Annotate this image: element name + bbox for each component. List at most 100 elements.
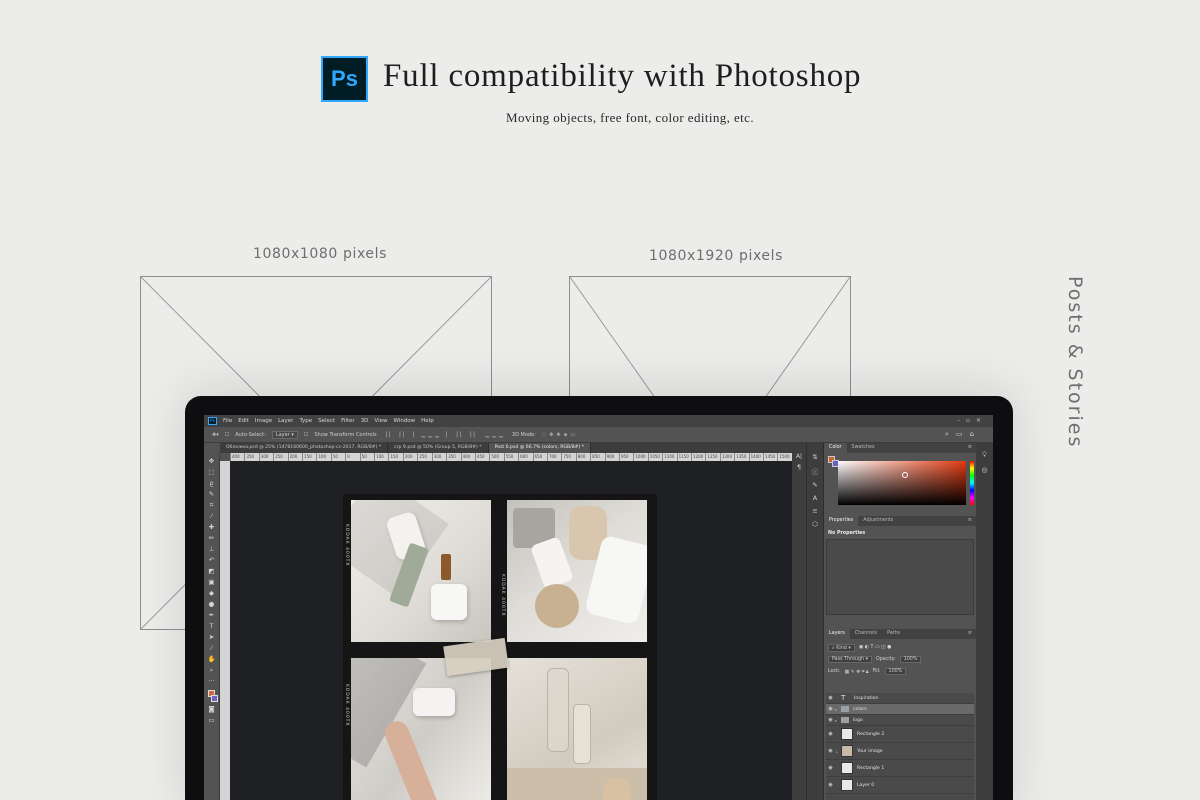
- canvas-area[interactable]: KODAK 400TX KODAK 400TX KODAK 400TX: [230, 461, 792, 800]
- move-tool-icon[interactable]: ✥: [209, 457, 214, 465]
- tab-oblozhka[interactable]: Обложка.psd @ 25% (1478160600_photoshop-…: [220, 443, 389, 453]
- tab-channels[interactable]: Channels: [850, 629, 882, 639]
- menu-filter[interactable]: Filter: [341, 418, 355, 424]
- tab-properties[interactable]: Properties: [824, 516, 859, 526]
- fill-input[interactable]: 100%: [884, 668, 907, 675]
- panel-menu-icon[interactable]: ≡: [968, 630, 972, 636]
- window-controls[interactable]: –▫✕: [957, 417, 987, 424]
- eye-icon[interactable]: ◉: [826, 695, 835, 701]
- lock-icons[interactable]: ▦ ✎ ✥ ⌗ 🔒︎: [845, 669, 869, 675]
- tab-post6[interactable]: Post 6.psd @ 66.7% (colors, RGB/8#) *: [488, 443, 592, 453]
- libraries-icon[interactable]: ◎: [981, 466, 987, 474]
- tab-layers[interactable]: Layers: [824, 629, 850, 639]
- move-tool-icon[interactable]: ✥▾: [212, 432, 219, 438]
- menu-file[interactable]: File: [223, 418, 232, 424]
- screen-mode-icon[interactable]: ▭: [208, 716, 214, 724]
- layer-row-layer-0[interactable]: ◉ Layer 0: [826, 777, 974, 794]
- 3d-mode-icons[interactable]: ◌✥✥◈▭: [542, 432, 578, 438]
- quick-mask-icon[interactable]: ◙: [208, 705, 214, 713]
- path-select-tool-icon[interactable]: ➤: [209, 633, 214, 641]
- 3d-panel-icon[interactable]: ⬡: [812, 520, 818, 528]
- eye-icon[interactable]: ◉: [826, 706, 835, 712]
- layer-row-inspiration[interactable]: ◉ T Inspiration: [826, 693, 974, 704]
- layer-row-logo[interactable]: ◉ ▸ logo: [826, 715, 974, 726]
- auto-select-checkbox[interactable]: ☐: [225, 432, 229, 438]
- ruler-tick: 1400: [748, 453, 763, 461]
- menu-select[interactable]: Select: [318, 418, 335, 424]
- ruler-tick: 100: [316, 453, 330, 461]
- layer-row-your-image[interactable]: ◉ ↓ Your image: [826, 743, 974, 760]
- layer-thumbnail: [841, 728, 853, 740]
- color-picker-cursor[interactable]: [902, 472, 908, 478]
- tab-adjustments[interactable]: Adjustments: [858, 516, 898, 526]
- menu-layer[interactable]: Layer: [278, 418, 293, 424]
- photoshop-logo-icon: Ps: [321, 56, 368, 102]
- hand-tool-icon[interactable]: ✋: [207, 655, 215, 663]
- gradient-tool-icon[interactable]: ▣: [208, 578, 214, 586]
- lasso-tool-icon[interactable]: ϱ: [209, 479, 213, 487]
- brush-tool-icon[interactable]: ✏: [209, 534, 214, 542]
- info-panel-icon[interactable]: ⓘ: [812, 466, 819, 476]
- layer-row-rectangle-1[interactable]: ◉ Rectangle 1: [826, 760, 974, 777]
- line-tool-icon[interactable]: ⁄: [211, 644, 212, 652]
- zoom-tool-icon[interactable]: ⌕: [210, 666, 214, 674]
- paragraph-panel-icon[interactable]: ¶: [797, 464, 801, 471]
- menu-window[interactable]: Window: [393, 418, 415, 424]
- eye-icon[interactable]: ◉: [826, 765, 835, 771]
- layer-row-rectangle-2[interactable]: ◉ Rectangle 2: [826, 726, 974, 743]
- layer-filter-icons[interactable]: ▣ ◐ T ▭ ◫ ●: [859, 645, 892, 650]
- search-icon[interactable]: ⌕▭⌂: [945, 430, 981, 439]
- eraser-tool-icon[interactable]: ◩: [208, 567, 214, 575]
- stamp-tool-icon[interactable]: ⊥: [209, 545, 215, 553]
- dodge-tool-icon[interactable]: ●: [209, 600, 215, 608]
- panel-menu-icon[interactable]: ≡: [968, 444, 972, 450]
- history-panel-icon[interactable]: ⇅: [812, 453, 817, 461]
- menu-image[interactable]: Image: [255, 418, 272, 424]
- background-color-swatch[interactable]: [210, 695, 218, 702]
- eye-icon[interactable]: ◉: [826, 731, 835, 737]
- align-distribute-icons[interactable]: ▕▏▕▏▕ ▁▁▁ ▏▕▏▕▏ ▁▁▁: [383, 432, 506, 438]
- eyedropper-tool-icon[interactable]: ⁄: [211, 512, 212, 520]
- show-transform-checkbox[interactable]: ☐: [304, 432, 308, 438]
- layer-kind-filter[interactable]: ⌕ Kind ▾: [828, 643, 855, 652]
- panel-menu-icon[interactable]: ≡: [968, 517, 972, 523]
- character-panel-icon[interactable]: A|: [796, 453, 802, 460]
- history-brush-icon[interactable]: ↶: [209, 556, 214, 564]
- auto-select-target-dropdown[interactable]: Layer ▾: [271, 430, 298, 439]
- menu-type[interactable]: Type: [299, 418, 312, 424]
- type-tool-icon[interactable]: T: [210, 622, 214, 630]
- ruler-vertical[interactable]: [220, 461, 230, 800]
- tab-crp9[interactable]: crp 9.psd @ 50% (Group 5, RGB/8#) *: [388, 443, 489, 453]
- tab-color[interactable]: Color: [824, 443, 847, 453]
- eye-icon[interactable]: ◉: [826, 717, 835, 723]
- color-picker-field[interactable]: [838, 461, 966, 505]
- pen-tool-icon[interactable]: ✒: [209, 611, 214, 619]
- more-tools-icon[interactable]: ···: [208, 677, 214, 685]
- layer-row-colors[interactable]: ◉ ▸ colors: [826, 704, 974, 715]
- ruler-tick: 400: [230, 453, 244, 461]
- menu-edit[interactable]: Edit: [238, 418, 249, 424]
- blend-mode-dropdown[interactable]: Pass Through ▾: [828, 656, 872, 663]
- glyphs-panel-icon[interactable]: A: [813, 494, 817, 502]
- eye-icon[interactable]: ◉: [826, 782, 835, 788]
- hue-slider[interactable]: [970, 461, 974, 505]
- blur-tool-icon[interactable]: ◆: [209, 589, 214, 597]
- lightbulb-icon[interactable]: 💡︎: [982, 451, 987, 460]
- adjust-panel-icon[interactable]: ≡: [812, 507, 817, 515]
- ruler-horizontal[interactable]: 400 350 300 250 200 150 100 50 0 50 100 150 200 250 30…: [230, 453, 792, 461]
- document-canvas[interactable]: KODAK 400TX KODAK 400TX KODAK 400TX: [343, 494, 657, 800]
- ruler-tick: 50: [330, 453, 345, 461]
- crop-tool-icon[interactable]: ⌗: [210, 501, 214, 509]
- opacity-input[interactable]: 100%: [899, 656, 922, 663]
- ruler-tick: 700: [546, 453, 561, 461]
- marquee-tool-icon[interactable]: ⬚: [208, 468, 214, 476]
- menu-help[interactable]: Help: [421, 418, 434, 424]
- quick-select-tool-icon[interactable]: ✎: [209, 490, 214, 498]
- eye-icon[interactable]: ◉: [826, 748, 835, 754]
- tab-swatches[interactable]: Swatches: [847, 443, 880, 453]
- tab-paths[interactable]: Paths: [882, 629, 905, 639]
- healing-tool-icon[interactable]: ✚: [209, 523, 214, 531]
- brushes-panel-icon[interactable]: ✎: [812, 481, 817, 489]
- menu-3d[interactable]: 3D: [361, 418, 369, 424]
- menu-view[interactable]: View: [374, 418, 387, 424]
